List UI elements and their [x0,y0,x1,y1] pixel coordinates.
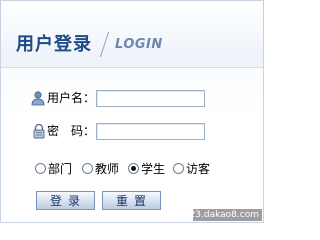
role-label-teacher: 教师 [95,162,120,176]
password-label: 密 码： [47,124,96,138]
role-radio-student[interactable] [128,163,139,174]
role-radio-teacher[interactable] [82,163,93,174]
login-button[interactable]: 登录 [36,191,95,210]
role-label-student: 学生 [141,162,166,176]
watermark-text: 123.dakao8.com [183,210,259,220]
reset-button[interactable]: 重置 [102,191,161,210]
role-radio-visitor[interactable] [173,163,184,174]
login-panel: 用户登录 LOGIN 用户名： 密 码： 部门 教师 学生 访客 登录 重置 [0,0,264,223]
lock-icon [31,123,47,139]
role-label-visitor: 访客 [186,162,211,176]
role-radio-department[interactable] [35,163,46,174]
login-header: 用户登录 LOGIN [1,1,263,68]
user-icon [30,90,46,106]
login-title-english: LOGIN [115,37,163,52]
password-input[interactable] [96,123,205,140]
username-input[interactable] [96,90,205,107]
watermark: 123.dakao8.com [184,209,262,221]
role-label-department: 部门 [48,162,73,176]
title-divider [99,32,110,57]
login-title: 用户登录 [16,34,92,55]
username-label: 用户名： [47,91,96,105]
